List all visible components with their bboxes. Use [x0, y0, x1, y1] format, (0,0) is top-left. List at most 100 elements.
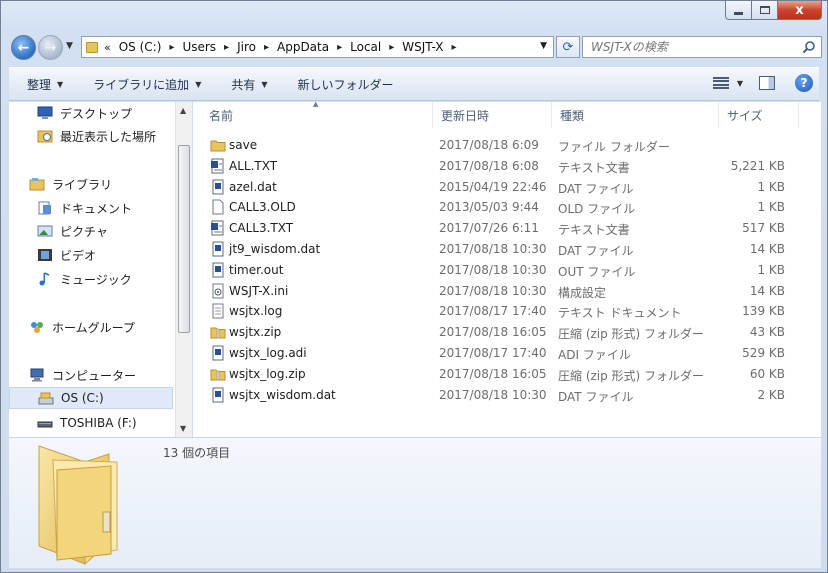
preview-pane-icon[interactable] — [759, 76, 775, 90]
file-size: 1 KB — [757, 179, 785, 194]
sidebar-item-computer[interactable]: コンピューター — [29, 364, 136, 386]
column-header-type[interactable]: 種類 — [552, 102, 719, 128]
column-header-label: 名前 — [209, 108, 234, 123]
chevron-right-icon[interactable]: ▸ — [264, 42, 269, 53]
forward-arrow-icon: → — [44, 39, 57, 56]
forward-button[interactable]: → — [38, 35, 63, 60]
file-row[interactable]: WSJT-X.ini 2017/08/18 10:30 構成設定 14 KB — [193, 281, 821, 302]
file-row[interactable]: wsjtx_log.zip 2017/08/18 16:05 圧縮 (zip 形式)… — [193, 364, 821, 385]
chevron-right-icon[interactable]: ▸ — [169, 42, 174, 53]
sidebar-item-music[interactable]: ミュージック — [37, 268, 132, 290]
dat-file-icon — [212, 387, 224, 403]
dropdown-arrow-icon: ▼ — [261, 79, 268, 89]
refresh-button[interactable]: ⟳ — [556, 36, 580, 58]
zip-folder-icon — [210, 369, 226, 381]
help-icon[interactable]: ? — [795, 74, 813, 92]
search-input[interactable] — [591, 40, 791, 54]
scrollbar-thumb[interactable] — [178, 145, 190, 333]
add-to-library-button[interactable]: ライブラリに追加 ▼ — [93, 76, 201, 93]
file-row[interactable]: wsjtx.zip 2017/08/18 16:05 圧縮 (zip 形式) フォル… — [193, 322, 821, 343]
recent-pages-dropdown-icon[interactable]: ▼ — [66, 41, 73, 51]
homegroup-icon — [31, 322, 43, 333]
file-row[interactable]: jt9_wisdom.dat 2017/08/18 10:30 DAT ファイル 14… — [193, 239, 821, 260]
large-folder-icon — [38, 445, 118, 566]
scroll-up-icon[interactable]: ▲ — [180, 106, 186, 115]
sidebar-item-label: ビデオ — [60, 248, 97, 263]
file-name: CALL3.OLD — [229, 200, 296, 215]
file-row[interactable]: CALL3.OLD 2013/05/03 9:44 OLD ファイル 1 KB — [193, 197, 821, 218]
file-name: wsjtx_log.zip — [229, 366, 306, 381]
sidebar-item-homegroup[interactable]: ホームグループ — [29, 316, 135, 338]
sidebar-item-label: OS (C:) — [61, 391, 104, 405]
column-header-name[interactable]: 名前 — [193, 102, 433, 128]
file-row[interactable]: CALL3.TXT 2017/07/26 6:11 テキスト文書 517 KB — [193, 218, 821, 239]
address-dropdown-icon[interactable]: ▼ — [540, 41, 547, 51]
address-bar[interactable]: « OS (C:) ▸ Users ▸ Jiro ▸ AppData ▸ Local ▸ … — [81, 36, 554, 58]
chevron-right-icon[interactable]: ▸ — [337, 42, 342, 53]
change-view-icon[interactable] — [712, 77, 729, 89]
folder-icon — [86, 41, 98, 53]
computer-icon — [30, 368, 44, 382]
organize-button[interactable]: 整理 ▼ — [27, 76, 63, 93]
breadcrumb-item[interactable]: Users — [182, 40, 216, 54]
column-header-label: サイズ — [727, 108, 763, 123]
back-button[interactable]: ← — [11, 35, 36, 60]
music-icon — [39, 272, 50, 286]
documents-icon — [38, 201, 51, 215]
details-pane: 13 個の項目 — [9, 437, 821, 568]
share-button[interactable]: 共有 ▼ — [231, 76, 267, 93]
file-row[interactable]: azel.dat 2015/04/19 22:46 DAT ファイル 1 KB — [193, 177, 821, 198]
file-size: 1 KB — [757, 200, 785, 215]
file-date: 2017/08/17 17:40 — [439, 304, 547, 319]
file-row[interactable]: wsjtx_wisdom.dat 2017/08/18 10:30 DAT ファイル… — [193, 385, 821, 406]
file-row[interactable]: ALL.TXT 2017/08/18 6:08 テキスト文書 5,221 KB — [193, 156, 821, 177]
file-size: 14 KB — [749, 242, 785, 256]
breadcrumb-item[interactable]: WSJT-X — [402, 40, 443, 54]
file-row[interactable]: save 2017/08/18 6:09 ファイル フォルダー — [193, 135, 821, 156]
navigation-pane-scrollbar[interactable]: ▲ ▼ — [175, 102, 192, 437]
chevron-right-icon[interactable]: ▸ — [451, 42, 456, 53]
minimize-button[interactable] — [725, 1, 752, 20]
breadcrumb: OS (C:) ▸ Users ▸ Jiro ▸ AppData ▸ Local ▸ WS… — [119, 40, 465, 54]
sidebar-item-recent-places[interactable]: 最近表示した場所 — [37, 125, 156, 147]
usb-drive-icon — [37, 421, 53, 428]
chevron-right-icon[interactable]: ▸ — [389, 42, 394, 53]
sidebar-item-os-c[interactable]: OS (C:) — [9, 387, 173, 409]
chevron-right-icon[interactable]: ▸ — [224, 42, 229, 53]
file-type: 構成設定 — [558, 285, 607, 300]
scroll-down-icon[interactable]: ▼ — [180, 424, 186, 433]
sidebar-item-toshiba-f[interactable]: TOSHIBA (F:) — [37, 412, 137, 434]
file-date: 2017/08/18 6:09 — [439, 138, 539, 152]
sidebar-item-libraries[interactable]: ライブラリ — [29, 173, 112, 195]
sidebar-item-pictures[interactable]: ピクチャ — [37, 220, 108, 242]
close-button[interactable]: x — [778, 1, 822, 20]
sidebar-item-label: ドキュメント — [60, 201, 133, 216]
column-header-label: 更新日時 — [441, 108, 490, 123]
zip-folder-icon — [210, 327, 226, 339]
file-name: ALL.TXT — [229, 158, 278, 173]
breadcrumb-item[interactable]: Local — [350, 40, 381, 54]
file-row[interactable]: wsjtx.log 2017/08/17 17:40 テキスト ドキュメント 139 … — [193, 301, 821, 322]
item-count: 13 個の項目 — [163, 446, 231, 460]
text-file-icon — [211, 220, 224, 236]
sidebar-item-documents[interactable]: ドキュメント — [37, 197, 132, 219]
sidebar-item-videos[interactable]: ビデオ — [37, 244, 96, 266]
maximize-button[interactable] — [752, 1, 778, 20]
search-icon[interactable] — [802, 40, 816, 54]
column-header-date[interactable]: 更新日時 — [433, 102, 552, 128]
new-folder-button[interactable]: 新しいフォルダー — [298, 76, 394, 93]
navigation-pane: デスクトップ 最近表示した場所 ライブラリ ドキュメント ピクチャ ビデオ ミュ… — [9, 102, 175, 437]
column-header-size[interactable]: サイズ — [719, 102, 799, 128]
file-type: 圧縮 (zip 形式) フォルダー — [558, 368, 705, 383]
recent-places-icon — [37, 130, 53, 143]
breadcrumb-item[interactable]: AppData — [277, 40, 329, 54]
file-date: 2017/08/18 10:30 — [439, 242, 547, 256]
breadcrumb-item[interactable]: OS (C:) — [119, 40, 162, 54]
file-row[interactable]: wsjtx_log.adi 2017/08/17 17:40 ADI ファイル 529… — [193, 343, 821, 364]
breadcrumb-overflow[interactable]: « — [104, 41, 111, 54]
file-row[interactable]: timer.out 2017/08/18 10:30 OUT ファイル 1 KB — [193, 260, 821, 281]
view-options-dropdown-icon[interactable]: ▼ — [737, 79, 743, 88]
videos-icon — [38, 249, 52, 261]
sidebar-item-desktop[interactable]: デスクトップ — [37, 102, 132, 124]
breadcrumb-item[interactable]: Jiro — [237, 40, 256, 54]
